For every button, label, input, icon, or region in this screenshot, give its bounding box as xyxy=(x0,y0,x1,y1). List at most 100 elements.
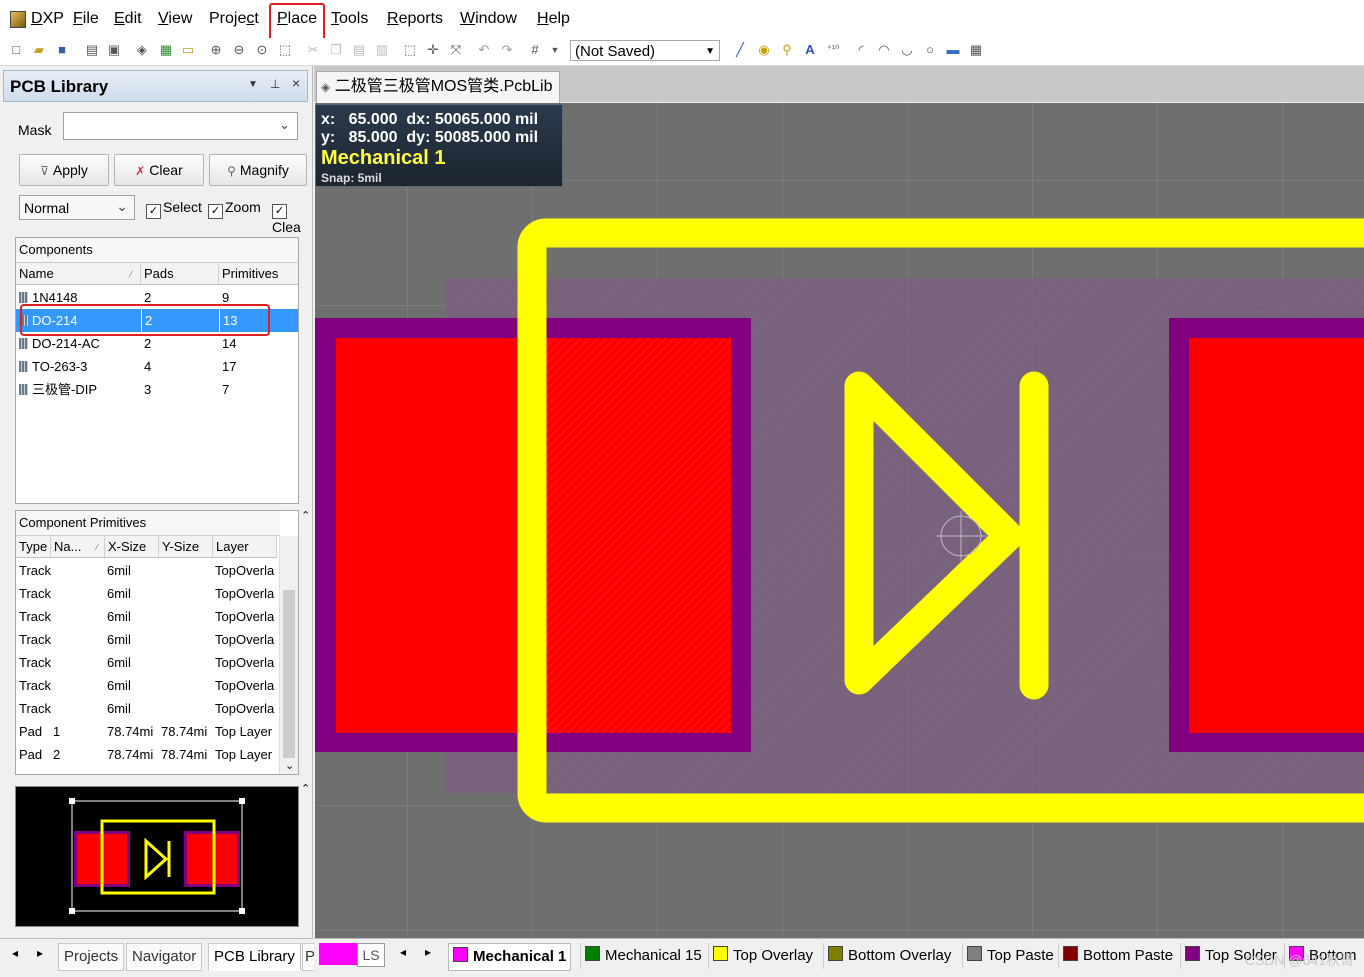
library-icon[interactable]: ▭ xyxy=(180,42,196,58)
menu-edit[interactable]: Edit xyxy=(114,10,142,28)
menu-file[interactable]: File xyxy=(73,10,99,28)
arc-center-icon[interactable]: ◜ xyxy=(853,42,869,58)
column-header-name[interactable]: Na... ⁄ xyxy=(51,536,105,558)
move-icon[interactable]: ✛ xyxy=(425,42,441,58)
column-header-type[interactable]: Type xyxy=(16,536,51,558)
clear-button[interactable]: ✗ Clear xyxy=(114,154,204,186)
chevron-left-icon[interactable]: ◂ xyxy=(12,946,18,960)
layer-tab-bottom-paste[interactable]: Bottom Paste xyxy=(1058,943,1173,969)
primitive-row[interactable]: Track 6mil TopOverla xyxy=(16,651,278,674)
panel-tabs: ◂ ▸ Projects Navigator PCB Library P xyxy=(0,938,319,971)
deselect-icon[interactable]: ⤧ xyxy=(448,42,464,58)
column-header-y-size[interactable]: Y-Size xyxy=(159,536,213,558)
column-header-primitives[interactable]: Primitives xyxy=(219,263,298,285)
layer-tab-mechanical-15[interactable]: Mechanical 15 xyxy=(580,943,702,969)
chevron-left-icon[interactable]: ◂ xyxy=(400,945,406,959)
zoom-in-icon[interactable]: ⊕ xyxy=(208,42,224,58)
chevron-down-icon: ▼ xyxy=(705,46,715,57)
tab-pcb-library[interactable]: PCB Library xyxy=(208,943,301,971)
component-row[interactable]: 三极管-DIP 3 7 xyxy=(16,378,298,401)
column-header-x-size[interactable]: X-Size xyxy=(105,536,159,558)
column-header-name[interactable]: Name ⁄ xyxy=(16,263,141,285)
apply-button[interactable]: ⊽ Apply xyxy=(19,154,109,186)
grid-dropdown-icon[interactable]: ▼ xyxy=(547,42,563,58)
current-layer-color-swatch[interactable] xyxy=(319,943,357,965)
new-document-icon[interactable]: □ xyxy=(8,42,24,58)
place-coordinate-icon[interactable]: ⁺¹⁰ xyxy=(825,42,841,58)
document-tab[interactable]: ◈ 二极管三极管MOS管类.PcbLib xyxy=(316,71,560,103)
cut-icon[interactable]: ✂ xyxy=(305,42,321,58)
board-icon[interactable]: ▦ xyxy=(158,42,174,58)
layer-tab-top-overlay[interactable]: Top Overlay xyxy=(708,943,813,969)
zoom-fit-icon[interactable]: ⊙ xyxy=(254,42,270,58)
zoom-selected-icon[interactable]: ⬚ xyxy=(277,42,293,58)
menu-project[interactable]: Project xyxy=(209,10,259,28)
open-folder-icon[interactable]: ▰ xyxy=(31,42,47,58)
3d-view-icon[interactable]: ◈ xyxy=(134,42,150,58)
tab-projects[interactable]: Projects xyxy=(58,943,125,971)
print-preview-icon[interactable]: ▣ xyxy=(106,42,122,58)
redo-icon[interactable]: ↷ xyxy=(499,42,515,58)
menu-view[interactable]: View xyxy=(158,10,192,28)
primitives-scrollbar[interactable]: ⌄ xyxy=(279,536,298,774)
primitive-row[interactable]: Track 6mil TopOverla xyxy=(16,697,278,720)
panel-menu-icon[interactable]: ▼ xyxy=(248,79,258,90)
footprint-drawing[interactable] xyxy=(315,103,1364,938)
paste-icon[interactable]: ▤ xyxy=(351,42,367,58)
magnify-button[interactable]: ⚲ Magnify xyxy=(209,154,307,186)
layer-tab-bottom-overlay[interactable]: Bottom Overlay xyxy=(823,943,951,969)
primitive-row[interactable]: Track 6mil TopOverla xyxy=(16,674,278,697)
pin-icon[interactable]: ⊥ xyxy=(270,77,280,91)
chevron-up-icon[interactable]: ⌃ xyxy=(301,782,310,795)
zoom-checkbox[interactable]: ✓ Zoom xyxy=(208,199,261,219)
fill-icon[interactable]: ▬ xyxy=(945,42,961,58)
primitive-row[interactable]: Track 6mil TopOverla xyxy=(16,559,278,582)
chevron-right-icon[interactable]: ▸ xyxy=(37,946,43,960)
menu-window[interactable]: Window xyxy=(460,10,517,28)
primitive-row[interactable]: Track 6mil TopOverla xyxy=(16,582,278,605)
copy-icon[interactable]: ❐ xyxy=(328,42,344,58)
primitive-row[interactable]: Track 6mil TopOverla xyxy=(16,605,278,628)
column-header-layer[interactable]: Layer xyxy=(213,536,277,558)
print-icon[interactable]: ▤ xyxy=(84,42,100,58)
undo-icon[interactable]: ↶ xyxy=(476,42,492,58)
place-via-icon[interactable]: ⚲ xyxy=(779,42,795,58)
menu-reports[interactable]: Reports xyxy=(387,10,443,28)
primitive-row[interactable]: Pad 1 78.74mi 78.74mi Top Layer xyxy=(16,720,278,743)
tab-navigator[interactable]: Navigator xyxy=(126,943,203,971)
place-line-icon[interactable]: ╱ xyxy=(732,42,748,58)
layer-tab-top-paste[interactable]: Top Paste xyxy=(962,943,1054,969)
scroll-thumb[interactable] xyxy=(283,590,295,758)
grid-icon[interactable]: # xyxy=(527,42,543,58)
select-checkbox[interactable]: ✓ Select xyxy=(146,199,202,219)
column-header-pads[interactable]: Pads xyxy=(141,263,219,285)
chevron-up-icon[interactable]: ⌃ xyxy=(301,509,310,522)
save-icon[interactable]: ■ xyxy=(54,42,70,58)
save-state-select[interactable]: (Not Saved) ▼ xyxy=(570,40,720,61)
chevron-down-icon[interactable]: ⌄ xyxy=(285,759,294,772)
arc-edge-icon[interactable]: ◠ xyxy=(876,42,892,58)
rubber-stamp-icon[interactable]: ▥ xyxy=(374,42,390,58)
primitive-row[interactable]: Pad 2 78.74mi 78.74mi Top Layer xyxy=(16,743,278,766)
menu-help[interactable]: Help xyxy=(537,10,570,28)
mask-input[interactable]: ⌄ xyxy=(63,112,298,140)
place-pad-icon[interactable]: ◉ xyxy=(756,42,772,58)
array-paste-icon[interactable]: ▦ xyxy=(968,42,984,58)
layer-tab-mechanical-1[interactable]: Mechanical 1 xyxy=(448,943,572,971)
zoom-out-icon[interactable]: ⊖ xyxy=(231,42,247,58)
place-string-icon[interactable]: A xyxy=(802,42,818,58)
arc-any-icon[interactable]: ◡ xyxy=(899,42,915,58)
circle-icon[interactable]: ○ xyxy=(922,42,938,58)
menu-tools[interactable]: Tools xyxy=(331,10,368,28)
primitive-row[interactable]: Track 6mil TopOverla xyxy=(16,628,278,651)
chevron-right-icon[interactable]: ▸ xyxy=(425,945,431,959)
mode-select[interactable]: Normal ⌄ xyxy=(19,195,135,220)
menu-dxp[interactable]: DXP xyxy=(31,10,64,28)
close-icon[interactable]: × xyxy=(292,75,300,91)
component-row[interactable]: TO-263-3 4 17 xyxy=(16,355,298,378)
dxp-logo-icon[interactable] xyxy=(10,11,26,28)
layer-set-button[interactable]: LS xyxy=(357,943,385,967)
clear-existing-checkbox[interactable]: ✓Clea xyxy=(272,199,312,235)
pcb-canvas[interactable] xyxy=(315,103,1364,938)
select-area-icon[interactable]: ⬚ xyxy=(402,42,418,58)
